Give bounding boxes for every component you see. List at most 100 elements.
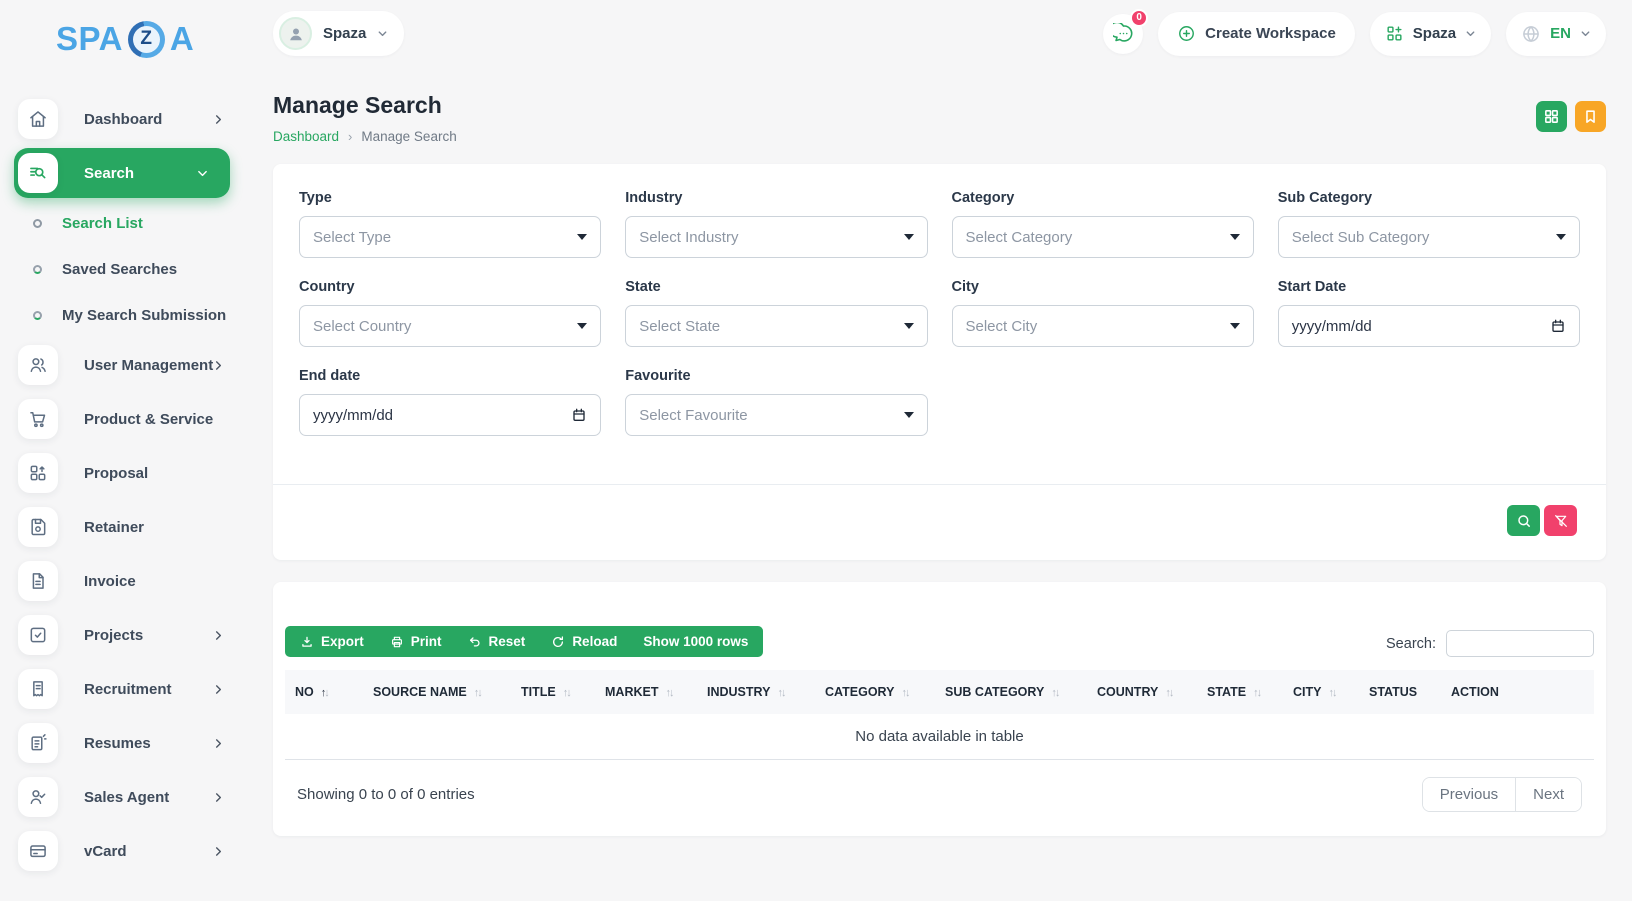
- sidebar-item-resumes[interactable]: Resumes: [18, 716, 250, 770]
- sidebar-item-retainer[interactable]: Retainer: [18, 500, 250, 554]
- category-select[interactable]: Select Category: [952, 216, 1254, 258]
- column-header-source-name[interactable]: SOURCE NAME↑↓: [363, 670, 511, 714]
- sidebar-item-user-management[interactable]: User Management: [18, 338, 250, 392]
- globe-icon: [1521, 24, 1541, 44]
- table-search-label: Search:: [1386, 636, 1436, 652]
- industry-select[interactable]: Select Industry: [625, 216, 927, 258]
- column-header-category[interactable]: CATEGORY↑↓: [815, 670, 935, 714]
- sidebar-item-label: vCard: [84, 843, 127, 860]
- city-select[interactable]: Select City: [952, 305, 1254, 347]
- workspace-switcher[interactable]: Spaza: [273, 11, 404, 56]
- bullet-icon: [33, 219, 42, 228]
- topbar-actions: 0 Create Workspace Spaza EN: [1103, 12, 1606, 56]
- field-label: Sub Category: [1278, 190, 1580, 206]
- reset-button[interactable]: Reset: [455, 627, 539, 656]
- column-header-action: ACTION: [1441, 670, 1594, 714]
- caret-down-icon: [904, 234, 914, 240]
- sort-icon: ↑↓: [777, 687, 784, 699]
- sidebar-item-search[interactable]: Search: [14, 148, 230, 198]
- notification-badge: 0: [1130, 9, 1148, 27]
- next-page-button[interactable]: Next: [1515, 778, 1581, 811]
- table-empty-row: No data available in table: [285, 714, 1594, 760]
- sidebar-item-my-search-submission[interactable]: My Search Submission: [18, 292, 250, 338]
- sidebar-item-proposal[interactable]: Proposal: [18, 446, 250, 500]
- filter-field-end-date: End date yyyy/mm/dd: [299, 368, 601, 436]
- page-header-actions: [1536, 101, 1606, 144]
- caret-down-icon: [904, 323, 914, 329]
- column-header-sub-category[interactable]: SUB CATEGORY↑↓: [935, 670, 1087, 714]
- column-header-market[interactable]: MARKET↑↓: [595, 670, 697, 714]
- grid-view-button[interactable]: [1536, 101, 1567, 132]
- breadcrumb-home-link[interactable]: Dashboard: [273, 129, 339, 144]
- print-button[interactable]: Print: [377, 627, 455, 656]
- sidebar-item-vcard[interactable]: vCard: [18, 824, 250, 878]
- type-select[interactable]: Select Type: [299, 216, 601, 258]
- sidebar-item-recruitment[interactable]: Recruitment: [18, 662, 250, 716]
- sidebar-item-label: User Management: [84, 357, 213, 374]
- create-workspace-button[interactable]: Create Workspace: [1158, 12, 1355, 56]
- sidebar-item-label: Recruitment: [84, 681, 172, 698]
- state-select[interactable]: Select State: [625, 305, 927, 347]
- start-date-input[interactable]: yyyy/mm/dd: [1278, 305, 1580, 347]
- sort-icon: ↑↓: [665, 687, 672, 699]
- sidebar-item-search-list[interactable]: Search List: [18, 200, 250, 246]
- sidebar-item-label: Dashboard: [84, 111, 162, 128]
- calendar-icon[interactable]: [1550, 318, 1566, 334]
- workspace-menu[interactable]: Spaza: [1370, 12, 1491, 56]
- apply-search-button[interactable]: [1507, 505, 1540, 536]
- home-icon: [18, 99, 58, 139]
- sub-category-select[interactable]: Select Sub Category: [1278, 216, 1580, 258]
- field-label: Start Date: [1278, 279, 1580, 295]
- sort-icon: ↑↓: [321, 687, 328, 699]
- language-selector[interactable]: EN: [1506, 12, 1606, 56]
- sidebar-item-sales-agent[interactable]: Sales Agent: [18, 770, 250, 824]
- sidebar-subitem-label: Search List: [62, 215, 143, 232]
- clear-filter-icon: [1553, 513, 1569, 529]
- sidebar-item-projects[interactable]: Projects: [18, 608, 250, 662]
- logo-text-right: A: [170, 20, 194, 58]
- sidebar-nav: Dashboard Search Search List Saved Searc…: [0, 92, 250, 878]
- field-label: End date: [299, 368, 601, 384]
- column-header-state[interactable]: STATE↑↓: [1197, 670, 1283, 714]
- sidebar-item-label: Sales Agent: [84, 789, 169, 806]
- brand-logo[interactable]: SPAZA: [0, 0, 250, 58]
- caret-down-icon: [1230, 234, 1240, 240]
- chevron-down-icon: [1580, 28, 1591, 39]
- chat-button[interactable]: 0: [1103, 14, 1143, 54]
- sidebar-item-invoice[interactable]: Invoice: [18, 554, 250, 608]
- column-header-industry[interactable]: INDUSTRY↑↓: [697, 670, 815, 714]
- sidebar-item-saved-searches[interactable]: Saved Searches: [18, 246, 250, 292]
- sidebar-item-product-service[interactable]: Product & Service: [18, 392, 250, 446]
- column-header-title[interactable]: TITLE↑↓: [511, 670, 595, 714]
- calendar-icon[interactable]: [571, 407, 587, 423]
- country-select[interactable]: Select Country: [299, 305, 601, 347]
- bookmark-button[interactable]: [1575, 101, 1606, 132]
- filter-field-type: Type Select Type: [299, 190, 601, 258]
- chevron-right-icon: [213, 630, 224, 641]
- reload-button[interactable]: Reload: [538, 627, 630, 656]
- undo-icon: [468, 635, 482, 649]
- show-rows-button[interactable]: Show 1000 rows: [630, 627, 761, 656]
- export-button[interactable]: Export: [287, 627, 377, 656]
- filter-field-start-date: Start Date yyyy/mm/dd: [1278, 279, 1580, 347]
- clear-filters-button[interactable]: [1544, 505, 1577, 536]
- column-header-country[interactable]: COUNTRY↑↓: [1087, 670, 1197, 714]
- column-header-city[interactable]: CITY↑↓: [1283, 670, 1359, 714]
- sort-icon: ↑↓: [563, 687, 570, 699]
- sidebar-item-dashboard[interactable]: Dashboard: [18, 92, 250, 146]
- favourite-select[interactable]: Select Favourite: [625, 394, 927, 436]
- workspace-menu-label: Spaza: [1413, 25, 1456, 42]
- column-header-no[interactable]: NO↑↓: [285, 670, 363, 714]
- previous-page-button[interactable]: Previous: [1423, 778, 1515, 811]
- sort-icon: ↑↓: [1328, 687, 1335, 699]
- field-label: City: [952, 279, 1254, 295]
- sidebar: SPAZA Dashboard Search Search List: [0, 0, 250, 901]
- sidebar-item-label: Search: [84, 165, 134, 182]
- grid-icon: [1543, 108, 1560, 125]
- chevron-right-icon: [213, 846, 224, 857]
- logo-text-left: SPA: [56, 20, 123, 58]
- end-date-input[interactable]: yyyy/mm/dd: [299, 394, 601, 436]
- table-search-input[interactable]: [1446, 630, 1594, 657]
- breadcrumb-separator: ›: [348, 129, 352, 144]
- sidebar-item-label: Product & Service: [84, 411, 213, 428]
